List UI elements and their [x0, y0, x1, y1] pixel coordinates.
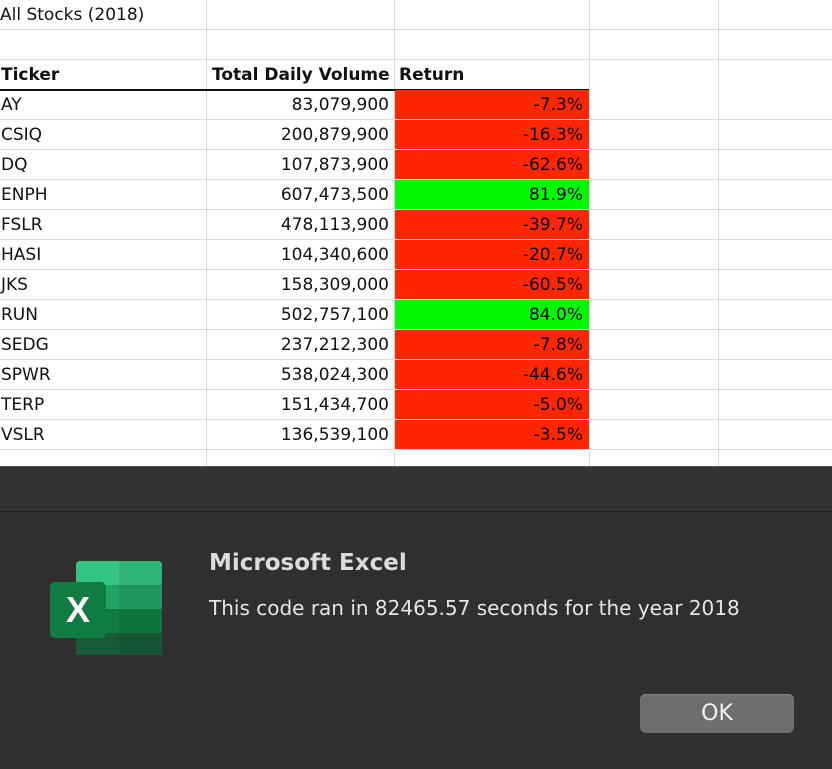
ticker-cell[interactable]: RUN: [0, 300, 206, 330]
volume-cell[interactable]: 607,473,500: [208, 180, 394, 210]
volume-cell[interactable]: 237,212,300: [208, 330, 394, 360]
volume-cell[interactable]: 502,757,100: [208, 300, 394, 330]
header-ticker-cell[interactable]: Ticker: [0, 60, 206, 90]
return-cell[interactable]: 81.9%: [395, 180, 589, 210]
dialog-message: This code ran in 82465.57 seconds for th…: [209, 596, 740, 620]
return-cell[interactable]: -7.3%: [395, 90, 589, 120]
ticker-cell[interactable]: FSLR: [0, 210, 206, 240]
ticker-cell[interactable]: SEDG: [0, 330, 206, 360]
dialog-titlebar[interactable]: [0, 467, 832, 512]
volume-cell[interactable]: 478,113,900: [208, 210, 394, 240]
return-cell[interactable]: -3.5%: [395, 420, 589, 450]
volume-cell[interactable]: 151,434,700: [208, 390, 394, 420]
volume-cell[interactable]: 158,309,000: [208, 270, 394, 300]
ticker-cell[interactable]: JKS: [0, 270, 206, 300]
ticker-cell[interactable]: SPWR: [0, 360, 206, 390]
grid-line: [718, 0, 719, 470]
return-cell[interactable]: -16.3%: [395, 120, 589, 150]
return-cell[interactable]: -44.6%: [395, 360, 589, 390]
volume-cell[interactable]: 107,873,900: [208, 150, 394, 180]
return-cell[interactable]: -20.7%: [395, 240, 589, 270]
sheet-title-cell[interactable]: All Stocks (2018): [0, 0, 206, 30]
return-cell[interactable]: -60.5%: [395, 270, 589, 300]
ticker-cell[interactable]: HASI: [0, 240, 206, 270]
microsoft-excel-icon: X: [50, 561, 162, 655]
ok-button[interactable]: OK: [640, 694, 794, 733]
spreadsheet: All Stocks (2018) Ticker Total Daily Vol…: [0, 0, 832, 470]
alert-dialog: X Microsoft Excel This code ran in 82465…: [0, 466, 832, 769]
grid-line: [0, 449, 832, 450]
dialog-title: Microsoft Excel: [209, 550, 407, 576]
header-volume-cell[interactable]: Total Daily Volume: [208, 60, 394, 90]
ticker-cell[interactable]: VSLR: [0, 420, 206, 450]
excel-logo-letter: X: [66, 589, 90, 630]
return-cell[interactable]: -5.0%: [395, 390, 589, 420]
return-cell[interactable]: -62.6%: [395, 150, 589, 180]
volume-cell[interactable]: 538,024,300: [208, 360, 394, 390]
header-return-cell[interactable]: Return: [399, 60, 589, 90]
volume-cell[interactable]: 83,079,900: [208, 90, 394, 120]
grid-line: [589, 0, 590, 470]
ticker-cell[interactable]: AY: [0, 90, 206, 120]
ticker-cell[interactable]: DQ: [0, 150, 206, 180]
return-cell[interactable]: -39.7%: [395, 210, 589, 240]
grid-line: [206, 0, 207, 470]
ticker-cell[interactable]: ENPH: [0, 180, 206, 210]
volume-cell[interactable]: 136,539,100: [208, 420, 394, 450]
volume-cell[interactable]: 104,340,600: [208, 240, 394, 270]
ticker-cell[interactable]: TERP: [0, 390, 206, 420]
return-cell[interactable]: 84.0%: [395, 300, 589, 330]
volume-cell[interactable]: 200,879,900: [208, 120, 394, 150]
return-cell[interactable]: -7.8%: [395, 330, 589, 360]
ticker-cell[interactable]: CSIQ: [0, 120, 206, 150]
